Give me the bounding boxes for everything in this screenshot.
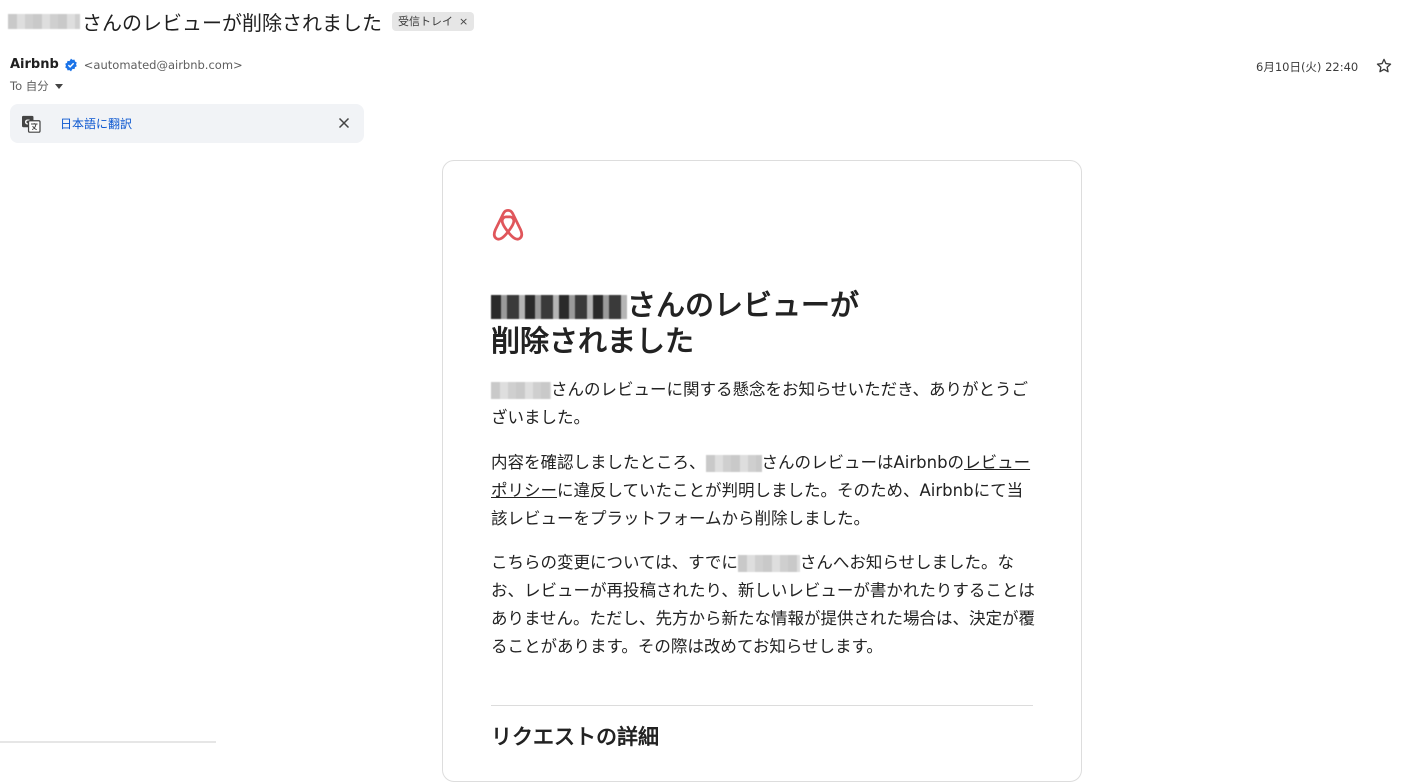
paragraph-thanks: さんのレビューに関する懸念をお知らせいただき、ありがとうございました。	[491, 376, 1036, 432]
translate-bar: G 日本語に翻訳	[10, 104, 364, 143]
sender-name[interactable]: Airbnb	[10, 57, 59, 72]
verified-badge-icon	[65, 58, 77, 71]
recipient-label: To 自分	[10, 79, 49, 93]
redacted-name	[8, 13, 80, 29]
paragraph-review-text-b: さんのレビューはAirbnbの	[761, 453, 965, 472]
paragraph-thanks-text: さんのレビューに関する懸念をお知らせいただき、ありがとうございました。	[491, 380, 1029, 427]
redacted-name	[491, 295, 627, 319]
email-date: 6月10日(火) 22:40	[1256, 60, 1359, 74]
inbox-label-text: 受信トレイ	[398, 15, 453, 28]
paragraph-change-notice: こちらの変更については、すでに さんへお知らせしました。なお、レビューが再投稿され…	[491, 549, 1036, 661]
redacted-name	[737, 555, 800, 572]
airbnb-logo-icon	[492, 208, 524, 241]
translate-icon: G	[22, 115, 41, 133]
recipient-toggle[interactable]: To 自分	[10, 78, 63, 94]
redacted-name	[491, 382, 551, 399]
inbox-label-chip[interactable]: 受信トレイ ×	[392, 11, 475, 31]
headline-line-1: さんのレビューが	[627, 288, 860, 322]
star-icon[interactable]	[1375, 57, 1393, 75]
section-divider	[491, 705, 1033, 706]
sender-email: <automated@airbnb.com>	[83, 57, 243, 72]
close-icon[interactable]	[335, 114, 353, 132]
paragraph-change-text-a: こちらの変更については、すでに	[491, 553, 738, 572]
translate-to-japanese-link[interactable]: 日本語に翻訳	[60, 115, 132, 132]
chevron-down-icon	[54, 83, 63, 89]
email-body-card: さんのレビューが 削除されました さんのレビューに関する懸念をお知らせいただき、…	[442, 160, 1082, 782]
subject-text: さんのレビューが削除されました	[82, 10, 382, 35]
paragraph-review-result: 内容を確認しましたところ、 さんのレビューはAirbnbのレビューポリシーに違反し…	[491, 449, 1036, 533]
remove-label-button[interactable]: ×	[459, 15, 468, 28]
request-details-heading: リクエストの詳細	[491, 725, 659, 749]
headline-line-2: 削除されました	[491, 324, 695, 358]
redacted-name	[705, 455, 762, 472]
paragraph-review-text-a: 内容を確認しましたところ、	[491, 453, 706, 472]
paragraph-review-text-c: に違反していたことが判明しました。そのため、Airbnbにて当該レビューをプラッ…	[491, 481, 1024, 528]
sender-row: Airbnb <automated@airbnb.com>	[10, 57, 243, 72]
email-subject: さんのレビューが削除されました 受信トレイ ×	[8, 6, 475, 36]
email-headline: さんのレビューが 削除されました	[491, 287, 1011, 359]
